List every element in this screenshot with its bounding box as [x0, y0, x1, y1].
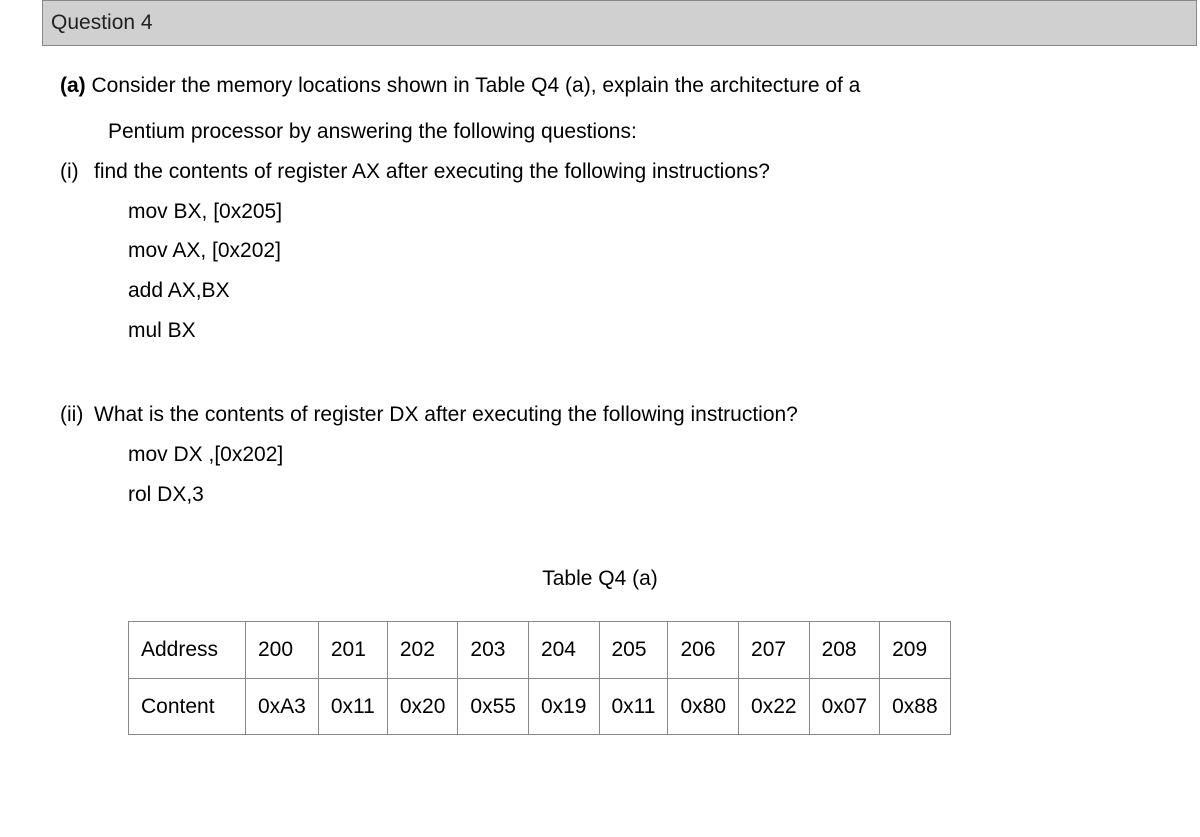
- sub-ii-label: (ii): [60, 395, 94, 435]
- code-ii-l2: rol DX,3: [128, 475, 1140, 515]
- addr-cell: 201: [318, 621, 387, 678]
- addr-cell: 200: [246, 621, 319, 678]
- addr-cell: 203: [458, 621, 529, 678]
- page: Question 4 (a) Consider the memory locat…: [0, 0, 1200, 735]
- content-cell: 0x07: [809, 678, 880, 735]
- code-i-l3: add AX,BX: [128, 271, 1140, 311]
- content-cell: 0x22: [739, 678, 810, 735]
- code-ii-l1: mov DX ,[0x202]: [128, 435, 1140, 475]
- content-cell: 0x19: [528, 678, 599, 735]
- part-a-line1: (a) Consider the memory locations shown …: [60, 66, 1140, 106]
- content-cell: 0x55: [458, 678, 529, 735]
- question-header: Question 4: [42, 0, 1197, 46]
- content-cell: 0x11: [318, 678, 387, 735]
- code-i-l4: mul BX: [128, 311, 1140, 351]
- addr-cell: 202: [387, 621, 458, 678]
- addr-cell: 208: [809, 621, 880, 678]
- content-cell: 0x20: [387, 678, 458, 735]
- content-cell: 0xA3: [246, 678, 319, 735]
- memory-table: Address 200 201 202 203 204 205 206 207 …: [128, 621, 951, 736]
- table-row-content: Content 0xA3 0x11 0x20 0x55 0x19 0x11 0x…: [129, 678, 951, 735]
- sub-i-text: find the contents of register AX after e…: [94, 152, 770, 192]
- part-a-label: (a): [60, 74, 86, 97]
- addr-cell: 209: [880, 621, 951, 678]
- addr-cell: 207: [739, 621, 810, 678]
- row-label-address: Address: [129, 621, 246, 678]
- question-title: Question 4: [51, 11, 153, 34]
- code-i-l2: mov AX, [0x202]: [128, 231, 1140, 271]
- content-cell: 0x80: [668, 678, 739, 735]
- row-label-content: Content: [129, 678, 246, 735]
- code-i-l1: mov BX, [0x205]: [128, 192, 1140, 232]
- sub-ii-text: What is the contents of register DX afte…: [94, 395, 798, 435]
- table-row-address: Address 200 201 202 203 204 205 206 207 …: [129, 621, 951, 678]
- content-area: (a) Consider the memory locations shown …: [0, 66, 1200, 736]
- content-cell: 0x88: [880, 678, 951, 735]
- content-cell: 0x11: [599, 678, 668, 735]
- addr-cell: 204: [528, 621, 599, 678]
- part-a-text1: Consider the memory locations shown in T…: [92, 74, 861, 97]
- addr-cell: 206: [668, 621, 739, 678]
- addr-cell: 205: [599, 621, 668, 678]
- sub-i-row: (i) find the contents of register AX aft…: [60, 152, 1140, 192]
- table-caption: Table Q4 (a): [60, 559, 1140, 599]
- sub-ii-row: (ii) What is the contents of register DX…: [60, 395, 1140, 435]
- part-a-line2: Pentium processor by answering the follo…: [60, 112, 1140, 152]
- sub-i-label: (i): [60, 152, 94, 192]
